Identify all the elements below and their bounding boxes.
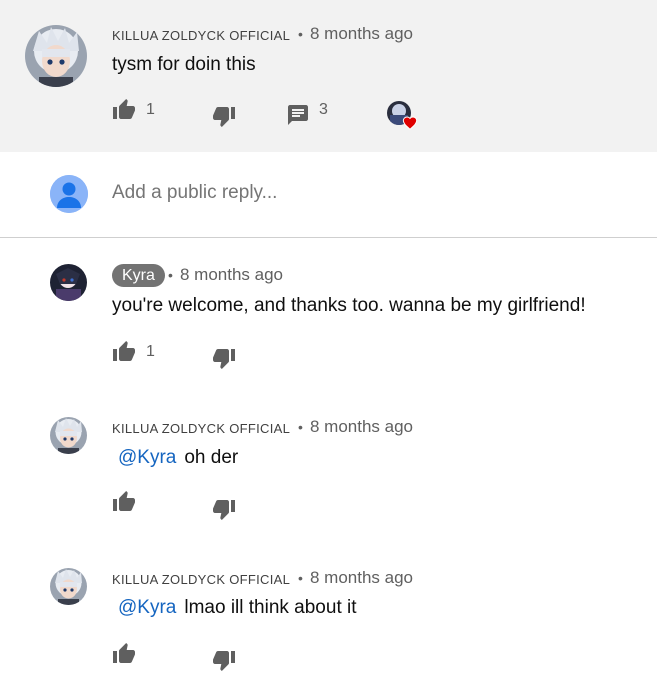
comment-text: tysm for doin this [112, 54, 256, 75]
reply-author[interactable]: KILLUA ZOLDYCK OFFICIAL [112, 572, 290, 587]
reply-text: @Kyra oh der [118, 447, 238, 469]
add-reply-row [0, 152, 657, 238]
reply-body: you're welcome, and thanks too. wanna be… [112, 295, 586, 316]
thumbs-down-icon[interactable] [212, 104, 236, 128]
reply-time: 8 months ago [180, 265, 284, 284]
reply-author-avatar[interactable] [50, 417, 87, 454]
reply-body: lmao ill think about it [184, 597, 357, 618]
comment-icon[interactable] [286, 103, 310, 127]
meta-separator: • [168, 267, 173, 283]
kyra-avatar-image [50, 264, 87, 301]
like-count: 1 [146, 343, 155, 360]
thumbs-down-icon[interactable] [212, 648, 236, 672]
reply-time: 8 months ago [310, 417, 414, 436]
comment-author[interactable]: KILLUA ZOLDYCK OFFICIAL [112, 28, 290, 43]
creator-heart-icon [402, 116, 418, 130]
thumbs-down-icon[interactable] [212, 497, 236, 521]
reply-count: 3 [319, 101, 328, 118]
thumbs-up-icon[interactable] [112, 490, 136, 514]
killua-avatar-image [50, 568, 87, 605]
reply-body: oh der [184, 447, 239, 468]
meta-separator: • [298, 570, 303, 586]
highlighted-comment: KILLUA ZOLDYCK OFFICIAL • 8 months ago t… [0, 0, 657, 152]
thumbs-down-icon[interactable] [212, 346, 236, 370]
killua-avatar-image [50, 417, 87, 454]
killua-avatar-image [25, 25, 87, 87]
current-user-avatar [50, 175, 88, 213]
reply-author-avatar[interactable] [50, 264, 87, 301]
public-reply-input[interactable] [112, 182, 512, 204]
user-mention-link[interactable]: @Kyra [118, 597, 176, 618]
comment-time: 8 months ago [310, 24, 414, 43]
reply-time: 8 months ago [310, 568, 414, 587]
default-user-icon [50, 175, 88, 213]
reply-text: @Kyra lmao ill think about it [118, 597, 357, 619]
thumbs-up-icon[interactable] [112, 98, 136, 122]
thumbs-up-icon[interactable] [112, 642, 136, 666]
thumbs-up-icon[interactable] [112, 340, 136, 364]
reply-text: you're welcome, and thanks too. wanna be… [112, 295, 586, 317]
like-count: 1 [146, 101, 155, 118]
reply-author[interactable]: KILLUA ZOLDYCK OFFICIAL [112, 421, 290, 436]
meta-separator: • [298, 419, 303, 435]
creator-author-chip[interactable]: Kyra [112, 264, 165, 287]
user-mention-link[interactable]: @Kyra [118, 447, 176, 468]
commenter-avatar[interactable] [25, 25, 87, 87]
reply-author-avatar[interactable] [50, 568, 87, 605]
meta-separator: • [298, 26, 303, 42]
